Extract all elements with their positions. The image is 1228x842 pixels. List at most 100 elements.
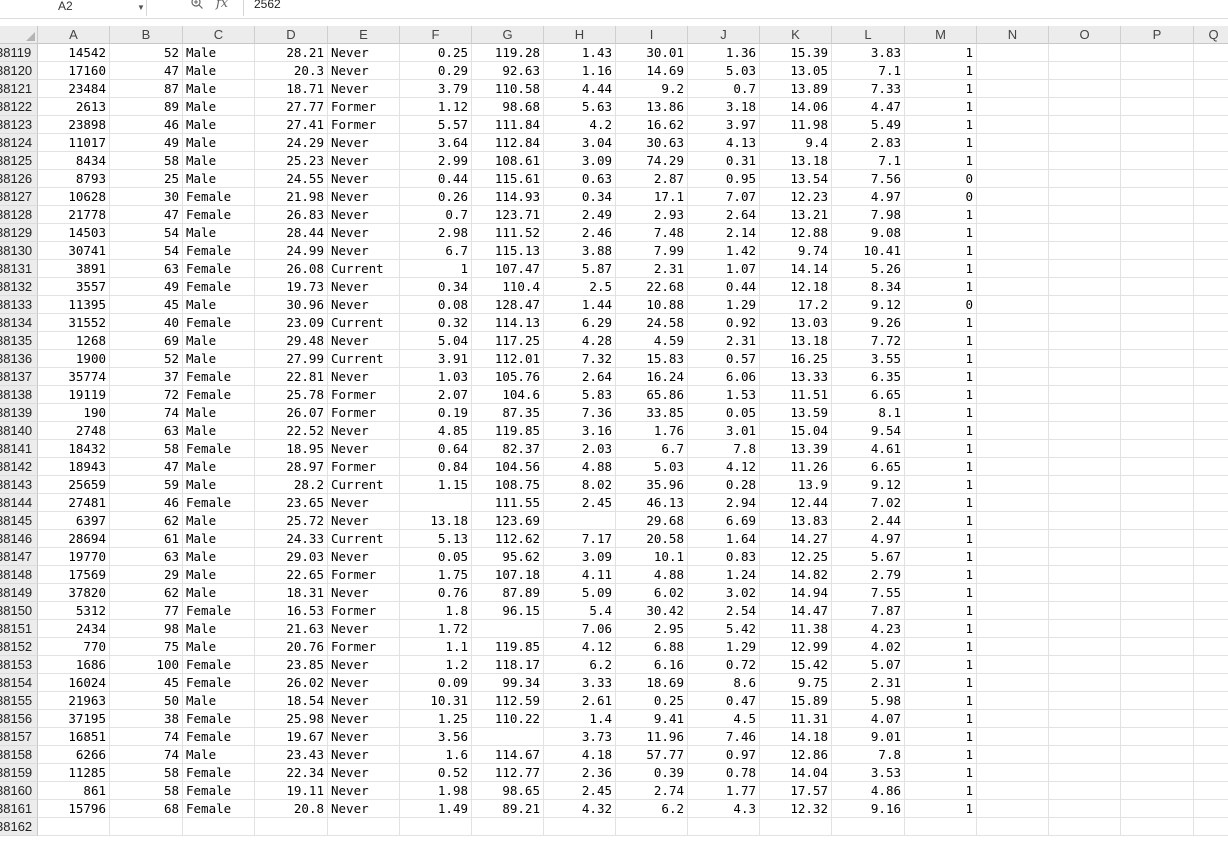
- cell[interactable]: [1121, 152, 1194, 170]
- column-header-j[interactable]: J: [688, 26, 760, 44]
- row-header[interactable]: 38120: [0, 62, 38, 80]
- cell[interactable]: [1194, 710, 1228, 728]
- cell[interactable]: 25: [110, 170, 183, 188]
- cell[interactable]: 77: [110, 602, 183, 620]
- cell[interactable]: [1049, 206, 1121, 224]
- cell[interactable]: 104.6: [472, 386, 544, 404]
- row-header[interactable]: 38158: [0, 746, 38, 764]
- cell[interactable]: 1: [905, 674, 977, 692]
- cell[interactable]: 87.89: [472, 584, 544, 602]
- cell[interactable]: 5.09: [544, 584, 616, 602]
- cell[interactable]: 11.26: [760, 458, 832, 476]
- cell[interactable]: [1121, 440, 1194, 458]
- cell[interactable]: 4.44: [544, 80, 616, 98]
- cell[interactable]: [977, 62, 1049, 80]
- cell[interactable]: 6.88: [616, 638, 688, 656]
- cell[interactable]: 38: [110, 710, 183, 728]
- cell[interactable]: 3.64: [400, 134, 472, 152]
- cell[interactable]: 5.26: [832, 260, 905, 278]
- cell[interactable]: 89: [110, 98, 183, 116]
- cell[interactable]: 7.06: [544, 620, 616, 638]
- cell[interactable]: 2.64: [688, 206, 760, 224]
- cell[interactable]: 46: [110, 116, 183, 134]
- cell[interactable]: 119.85: [472, 638, 544, 656]
- cell[interactable]: 7.17: [544, 530, 616, 548]
- cell[interactable]: 3.53: [832, 764, 905, 782]
- cell[interactable]: 40: [110, 314, 183, 332]
- column-header-i[interactable]: I: [616, 26, 688, 44]
- cell[interactable]: Never: [328, 548, 400, 566]
- cell[interactable]: 1: [905, 584, 977, 602]
- cell[interactable]: 2.94: [688, 494, 760, 512]
- cell[interactable]: 9.41: [616, 710, 688, 728]
- cell[interactable]: [1049, 350, 1121, 368]
- cell[interactable]: [1121, 386, 1194, 404]
- cell[interactable]: 52: [110, 44, 183, 62]
- formula-bar[interactable]: 2562: [243, 0, 1228, 16]
- cell[interactable]: Female: [183, 440, 255, 458]
- cell[interactable]: 7.33: [832, 80, 905, 98]
- cell[interactable]: 1: [905, 422, 977, 440]
- row-header[interactable]: 38123: [0, 116, 38, 134]
- cell[interactable]: [977, 80, 1049, 98]
- cell[interactable]: 5.4: [544, 602, 616, 620]
- cell[interactable]: 6.65: [832, 458, 905, 476]
- cell[interactable]: 9.12: [832, 296, 905, 314]
- cell[interactable]: 12.99: [760, 638, 832, 656]
- cell[interactable]: 62: [110, 584, 183, 602]
- cell[interactable]: [1049, 710, 1121, 728]
- cell[interactable]: 58: [110, 152, 183, 170]
- cell[interactable]: 24.33: [255, 530, 328, 548]
- cell[interactable]: 18432: [38, 440, 110, 458]
- cell[interactable]: 35774: [38, 368, 110, 386]
- cell[interactable]: 5.03: [688, 62, 760, 80]
- cell[interactable]: 12.32: [760, 800, 832, 818]
- row-header[interactable]: 38156: [0, 710, 38, 728]
- cell[interactable]: 1.4: [544, 710, 616, 728]
- cell[interactable]: 1.77: [688, 782, 760, 800]
- cell[interactable]: [1194, 530, 1228, 548]
- cell[interactable]: 0.19: [400, 404, 472, 422]
- cell[interactable]: [1194, 620, 1228, 638]
- cell[interactable]: Female: [183, 494, 255, 512]
- cell[interactable]: 1: [905, 98, 977, 116]
- cell[interactable]: 26.83: [255, 206, 328, 224]
- cell[interactable]: 770: [38, 638, 110, 656]
- cell[interactable]: 9.08: [832, 224, 905, 242]
- cell[interactable]: [544, 818, 616, 836]
- cell[interactable]: 87: [110, 80, 183, 98]
- cell[interactable]: 14542: [38, 44, 110, 62]
- cell[interactable]: 23484: [38, 80, 110, 98]
- cell[interactable]: 1: [905, 728, 977, 746]
- cell[interactable]: 29.68: [616, 512, 688, 530]
- cell[interactable]: 74: [110, 404, 183, 422]
- cell[interactable]: 3.33: [544, 674, 616, 692]
- cell[interactable]: Female: [183, 710, 255, 728]
- chevron-down-icon[interactable]: ▼: [137, 1, 145, 15]
- cell[interactable]: [1194, 296, 1228, 314]
- cell[interactable]: 16.24: [616, 368, 688, 386]
- cell[interactable]: 1.29: [688, 638, 760, 656]
- row-header[interactable]: 38132: [0, 278, 38, 296]
- cell[interactable]: 1.53: [688, 386, 760, 404]
- cell[interactable]: [1049, 782, 1121, 800]
- cell[interactable]: Never: [328, 296, 400, 314]
- cell[interactable]: 74: [110, 746, 183, 764]
- cell[interactable]: 1: [905, 566, 977, 584]
- column-header-o[interactable]: O: [1049, 26, 1121, 44]
- cell[interactable]: 4.12: [544, 638, 616, 656]
- cell[interactable]: [977, 458, 1049, 476]
- cell[interactable]: [472, 620, 544, 638]
- cell[interactable]: [1194, 62, 1228, 80]
- row-header[interactable]: 38140: [0, 422, 38, 440]
- cell[interactable]: 119.28: [472, 44, 544, 62]
- cell[interactable]: Never: [328, 368, 400, 386]
- cell[interactable]: [1194, 350, 1228, 368]
- cell[interactable]: Never: [328, 278, 400, 296]
- cell[interactable]: [1049, 692, 1121, 710]
- cell[interactable]: Male: [183, 116, 255, 134]
- cell[interactable]: 4.02: [832, 638, 905, 656]
- cell[interactable]: 18.31: [255, 584, 328, 602]
- cell[interactable]: 1: [905, 692, 977, 710]
- cell[interactable]: 5.83: [544, 386, 616, 404]
